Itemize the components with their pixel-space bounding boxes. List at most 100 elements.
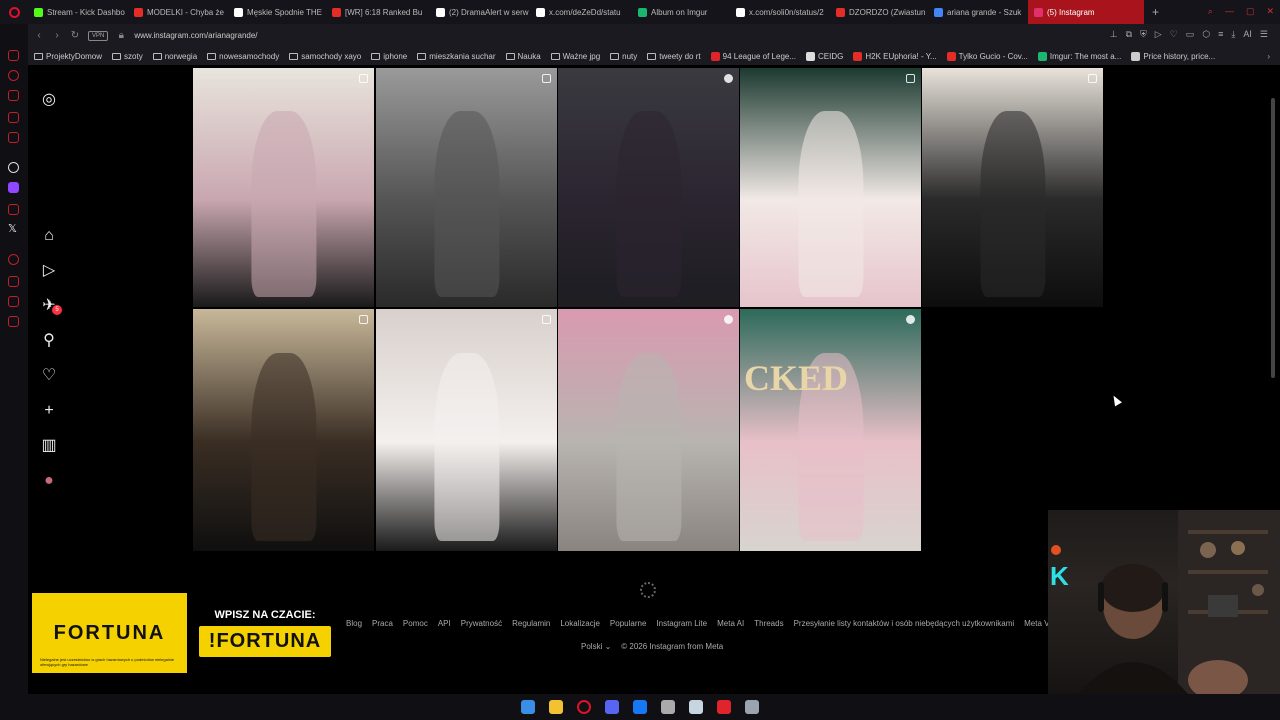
post-thumbnail[interactable] [558,309,739,551]
sidebar-percent-icon[interactable] [8,204,19,215]
post-thumbnail[interactable] [740,68,921,307]
post-thumbnail[interactable] [558,68,739,307]
create-icon[interactable]: + [40,402,58,420]
pin-icon[interactable]: ⊥ [1110,29,1118,40]
minimize-icon[interactable]: — [1225,6,1234,17]
sidebar-player-icon[interactable] [8,254,19,265]
steam-icon[interactable] [689,700,703,714]
browser-tab[interactable]: MODELKI - Chyba że [128,0,228,24]
sidebar-history-icon[interactable] [8,70,19,81]
url-field[interactable]: www.instagram.com/arianagrande/ [134,31,257,40]
home-icon[interactable]: ⌂ [40,227,58,245]
bookmark-item[interactable]: Imgur: The most a... [1037,51,1121,61]
bookmark-item[interactable]: mieszkania suchar [417,52,496,61]
menu-icon[interactable]: ☰ [1260,29,1268,40]
sidebar-music-icon[interactable] [8,132,19,143]
page-scrollbar[interactable] [1271,68,1277,508]
footer-link[interactable]: Regulamin [512,619,550,628]
maximize-icon[interactable]: ▢ [1246,6,1255,17]
bookmark-item[interactable]: ProjektyDomow [34,52,102,61]
messenger-icon[interactable] [633,700,647,714]
browser-tab[interactable]: Męskie Spodnie THE [228,0,326,24]
sidebar-twitch-icon[interactable] [8,182,19,193]
easy-setup-icon[interactable]: ≡ [1218,29,1223,40]
footer-link[interactable]: Popularne [610,619,646,628]
search-icon[interactable]: ⚲ [40,332,58,350]
download-icon[interactable]: ⤓ [1231,29,1235,40]
sidebar-speed-dial-icon[interactable] [8,50,19,61]
footer-link[interactable]: Prywatność [461,619,502,628]
snapshot-icon[interactable]: ⧉ [1126,29,1132,40]
sidebar-bookmarks-icon[interactable] [8,90,19,101]
footer-link[interactable]: Instagram Lite [656,619,707,628]
instagram-logo-icon[interactable]: ◎ [40,91,58,109]
browser-tab[interactable]: x.com/soli0n/status/2 [730,0,830,24]
sidebar-messenger-icon[interactable] [8,296,19,307]
post-thumbnail[interactable] [193,68,374,307]
bookmark-item[interactable]: Ważne jpg [550,52,600,61]
bookmark-item[interactable]: Price history, price... [1131,51,1215,61]
browser-tab[interactable]: (2) DramaAlert w serw [430,0,530,24]
browser-tab[interactable]: Album on Imgur [632,0,730,24]
footer-link[interactable]: Meta AI [717,619,744,628]
profile-avatar-icon[interactable]: ● [40,472,58,490]
opera-logo-icon[interactable] [0,0,28,24]
footer-link[interactable]: API [438,619,451,628]
file-explorer-icon[interactable] [549,700,563,714]
notifications-heart-icon[interactable]: ♡ [40,367,58,385]
post-thumbnail[interactable] [376,68,557,307]
dashboard-icon[interactable]: ▥ [40,437,58,455]
footer-link[interactable]: Blog [346,619,362,628]
lock-icon[interactable]: 🔒︎ [116,30,126,41]
reload-icon[interactable]: ↻ [70,30,80,41]
bookmark-item[interactable]: norwegia [152,52,197,61]
close-icon[interactable]: ✕ [1266,6,1274,17]
post-thumbnail[interactable]: CKED [740,309,921,551]
bookmark-item[interactable]: Tylko Gucio - Cov... [946,51,1028,61]
bookmark-item[interactable]: H2K EUphoria! - Y... [853,51,937,61]
search-tabs-icon[interactable]: ⌕ [1208,6,1213,17]
settings-icon[interactable] [745,700,759,714]
footer-link[interactable]: Przesyłanie listy kontaktów i osób niebę… [794,619,1015,628]
adblock-shield-icon[interactable]: ⛨ [1140,29,1147,40]
language-selector[interactable]: Polski ⌄ [581,642,611,651]
bookmark-item[interactable]: szoty [112,52,143,61]
bookmark-item[interactable]: 94 League of Lege... [710,51,796,61]
bookmark-item[interactable]: iphone [371,52,407,61]
ai-button[interactable]: AI [1243,29,1252,40]
reels-icon[interactable]: ▷ [40,262,58,280]
bookmark-item[interactable]: CEIDG [806,51,843,61]
chrome-icon[interactable] [661,700,675,714]
bookmarks-overflow-icon[interactable]: › [1267,52,1270,61]
browser-tab[interactable]: [WR] 6:18 Ranked Bu [326,0,430,24]
bookmark-item[interactable]: tweety do rt [647,52,701,61]
bookmark-heart-icon[interactable]: ♡ [1170,29,1178,40]
sidebar-clock-icon[interactable] [8,276,19,287]
new-tab-button[interactable]: + [1144,5,1167,19]
forward-icon[interactable]: › [52,30,62,41]
footer-link[interactable]: Praca [372,619,393,628]
post-thumbnail[interactable] [376,309,557,551]
wallet-icon[interactable]: ▭ [1186,29,1195,40]
player-icon[interactable]: ▷ [1155,29,1162,40]
post-thumbnail[interactable] [193,309,374,551]
browser-tab[interactable]: Stream - Kick Dashbo [28,0,128,24]
sidebar-x-icon[interactable]: 𝕏 [8,222,17,235]
post-thumbnail[interactable] [922,68,1103,307]
extensions-icon[interactable]: ⬡ [1202,29,1210,40]
bookmark-item[interactable]: samochody xayo [289,52,361,61]
sidebar-chatgpt-icon[interactable] [8,162,19,173]
windows-start-icon[interactable] [521,700,535,714]
footer-link[interactable]: Threads [754,619,783,628]
footer-link[interactable]: Lokalizacje [560,619,600,628]
footer-link[interactable]: Pomoc [403,619,428,628]
browser-tab[interactable]: ariana grande - Szuk [928,0,1028,24]
sidebar-settings-icon[interactable] [8,316,19,327]
browser-tab[interactable]: x.com/deZeDd/statu [530,0,632,24]
browser-tab[interactable]: (5) Instagram [1028,0,1144,24]
riot-client-icon[interactable] [717,700,731,714]
back-icon[interactable]: ‹ [34,30,44,41]
opera-gx-icon[interactable] [577,700,591,714]
browser-tab[interactable]: DZORDZO (Zwiastun [830,0,928,24]
bookmark-item[interactable]: nowesamochody [207,52,279,61]
